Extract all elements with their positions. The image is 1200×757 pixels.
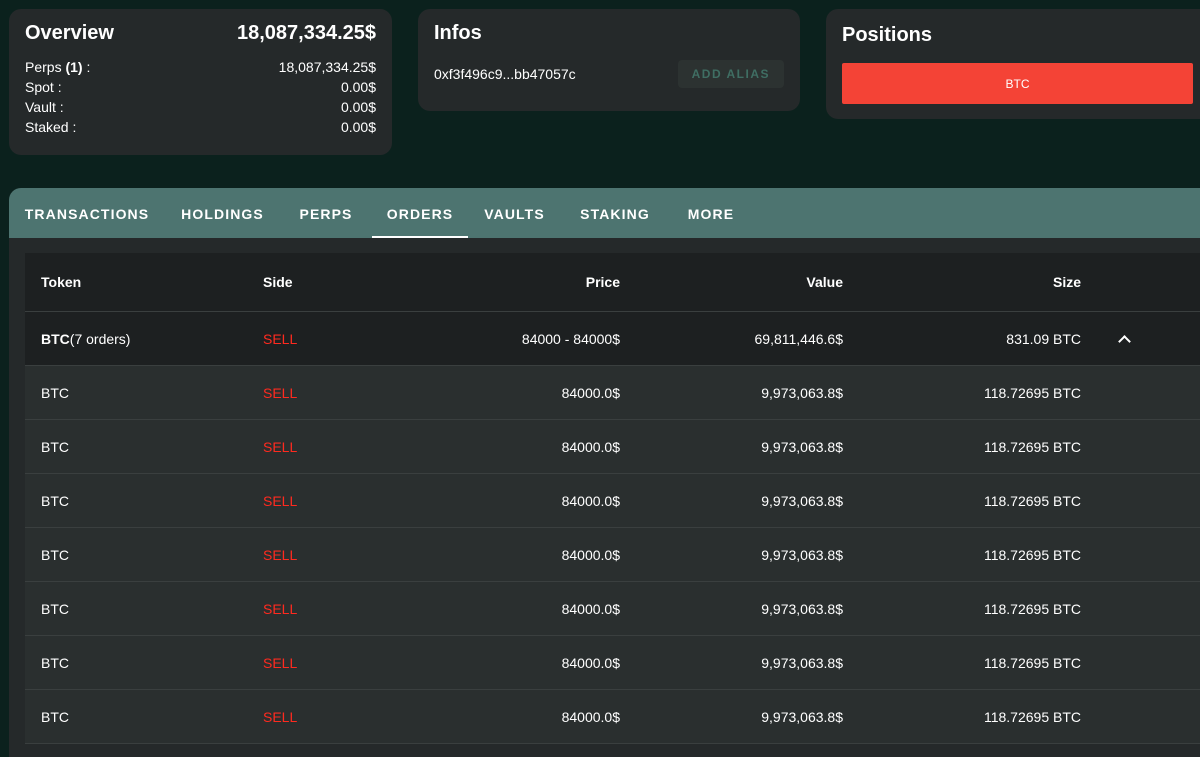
row-value: 9,973,063.8$ (761, 708, 843, 725)
column-header-token[interactable]: Token (41, 253, 81, 311)
overview-row-label: Spot : (25, 79, 62, 95)
row-side: SELL (263, 384, 298, 401)
column-header-size[interactable]: Size (1053, 253, 1081, 311)
portfolio-tabs-card: TRANSACTIONS HOLDINGS PERPS ORDERS VAULT… (9, 188, 1200, 757)
position-btc-button[interactable]: BTC (842, 63, 1193, 104)
infos-card: Infos 0xf3f496c9...bb47057c ADD ALIAS (418, 9, 800, 111)
tab-more[interactable]: MORE (669, 188, 753, 238)
row-token: BTC (41, 600, 69, 617)
overview-total: 18,087,334.25$ (236, 21, 376, 44)
row-price: 84000.0$ (561, 438, 620, 455)
positions-card: Positions BTC (826, 9, 1200, 119)
row-side: SELL (263, 600, 298, 617)
row-price: 84000.0$ (561, 546, 620, 563)
tab-orders[interactable]: ORDERS (372, 188, 468, 238)
collapse-toggle[interactable] (1114, 312, 1134, 365)
row-size: 118.72695 BTC (983, 708, 1081, 725)
row-value: 9,973,063.8$ (761, 438, 843, 455)
row-price: 84000.0$ (561, 384, 620, 401)
overview-row-label: Staked : (25, 119, 77, 135)
row-value: 9,973,063.8$ (761, 600, 843, 617)
table-row: BTC SELL 84000.0$ 9,973,063.8$ 118.72695… (25, 636, 1200, 690)
table-row: BTC SELL 84000.0$ 9,973,063.8$ 118.72695… (25, 420, 1200, 474)
infos-address-row: 0xf3f496c9...bb47057c ADD ALIAS (434, 60, 784, 88)
row-side: SELL (263, 546, 298, 563)
row-value: 9,973,063.8$ (761, 654, 843, 671)
row-size: 118.72695 BTC (983, 384, 1081, 401)
table-row: BTC SELL 84000.0$ 9,973,063.8$ 118.72695… (25, 582, 1200, 636)
tab-vaults[interactable]: VAULTS (468, 188, 561, 238)
group-token: BTC (7 orders) (41, 330, 131, 347)
column-header-side[interactable]: Side (263, 253, 293, 311)
row-token: BTC (41, 384, 69, 401)
overview-row-value: 0.00$ (340, 79, 376, 95)
group-size: 831.09 BTC (1006, 330, 1081, 347)
overview-row-value: 0.00$ (340, 119, 376, 135)
row-price: 84000.0$ (561, 708, 620, 725)
row-value: 9,973,063.8$ (761, 384, 843, 401)
row-price: 84000.0$ (561, 600, 620, 617)
row-token: BTC (41, 654, 69, 671)
row-token: BTC (41, 708, 69, 725)
orders-table: Token Side Price Value Size BTC (7 orders… (25, 253, 1200, 744)
row-price: 84000.0$ (561, 654, 620, 671)
tab-staking[interactable]: STAKING (561, 188, 669, 238)
row-token: BTC (41, 438, 69, 455)
group-price: 84000 - 84000$ (521, 330, 620, 347)
positions-title: Positions (842, 24, 933, 46)
group-side: SELL (263, 330, 298, 347)
overview-row-spot: Spot : 0.00$ (25, 77, 376, 97)
tab-bar: TRANSACTIONS HOLDINGS PERPS ORDERS VAULT… (9, 188, 1200, 238)
row-size: 118.72695 BTC (983, 438, 1081, 455)
overview-row-vault: Vault : 0.00$ (25, 97, 376, 117)
overview-title: Overview (25, 22, 114, 44)
infos-title: Infos (434, 22, 482, 44)
row-side: SELL (263, 438, 298, 455)
tab-transactions[interactable]: TRANSACTIONS (9, 188, 165, 238)
column-header-price[interactable]: Price (586, 253, 620, 311)
table-row: BTC SELL 84000.0$ 9,973,063.8$ 118.72695… (25, 474, 1200, 528)
row-size: 118.72695 BTC (983, 492, 1081, 509)
overview-rows: Perps (1) : 18,087,334.25$ Spot : 0.00$ … (25, 57, 376, 137)
tab-holdings[interactable]: HOLDINGS (165, 188, 280, 238)
row-value: 9,973,063.8$ (761, 546, 843, 563)
row-size: 118.72695 BTC (983, 546, 1081, 563)
row-token: BTC (41, 492, 69, 509)
row-size: 118.72695 BTC (983, 654, 1081, 671)
overview-row-value: 18,087,334.25$ (278, 59, 376, 75)
overview-row-perps: Perps (1) : 18,087,334.25$ (25, 57, 376, 77)
row-price: 84000.0$ (561, 492, 620, 509)
order-group-row[interactable]: BTC (7 orders) SELL 84000 - 84000$ 69,811… (25, 312, 1200, 366)
row-value: 9,973,063.8$ (761, 492, 843, 509)
row-side: SELL (263, 708, 298, 725)
group-value: 69,811,446.6$ (754, 330, 844, 347)
overview-row-staked: Staked : 0.00$ (25, 117, 376, 137)
add-alias-button[interactable]: ADD ALIAS (677, 60, 784, 88)
table-row: BTC SELL 84000.0$ 9,973,063.8$ 118.72695… (25, 366, 1200, 420)
column-header-value[interactable]: Value (806, 253, 843, 311)
tab-perps[interactable]: PERPS (280, 188, 372, 238)
overview-row-label: Perps (1) : (25, 59, 91, 75)
chevron-up-icon (1117, 334, 1131, 348)
row-side: SELL (263, 654, 298, 671)
overview-row-label: Vault : (25, 99, 64, 115)
overview-card: Overview 18,087,334.25$ Perps (1) : 18,0… (9, 9, 392, 155)
overview-row-value: 0.00$ (340, 99, 376, 115)
overview-header: Overview 18,087,334.25$ (25, 21, 376, 45)
row-size: 118.72695 BTC (983, 600, 1081, 617)
row-side: SELL (263, 492, 298, 509)
table-header: Token Side Price Value Size (25, 253, 1200, 312)
row-token: BTC (41, 546, 69, 563)
wallet-address[interactable]: 0xf3f496c9...bb47057c (434, 66, 576, 82)
table-row: BTC SELL 84000.0$ 9,973,063.8$ 118.72695… (25, 528, 1200, 582)
table-row: BTC SELL 84000.0$ 9,973,063.8$ 118.72695… (25, 690, 1200, 744)
